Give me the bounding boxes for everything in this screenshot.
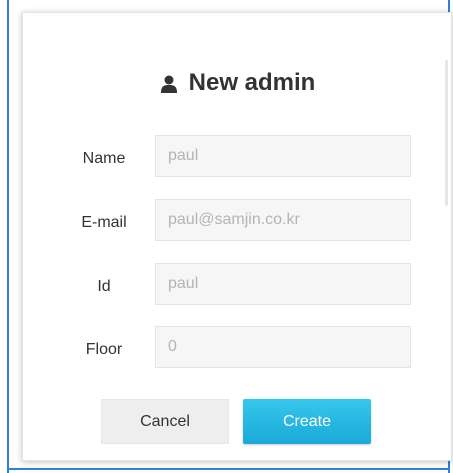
create-button[interactable]: Create	[243, 399, 371, 444]
window-frame-bottom	[7, 468, 450, 470]
user-icon	[160, 75, 177, 93]
email-label: E-mail	[81, 214, 127, 231]
dialog-scrollbar[interactable]	[445, 60, 448, 206]
cancel-button[interactable]: Cancel	[101, 399, 229, 444]
dialog-title: New admin	[23, 68, 453, 98]
id-label: Id	[97, 278, 111, 295]
window-frame-left	[7, 0, 9, 473]
email-input[interactable]	[155, 199, 411, 241]
floor-label: Floor	[85, 341, 123, 358]
id-input[interactable]	[155, 263, 411, 305]
dialog-title-text: New admin	[188, 69, 316, 96]
floor-input[interactable]	[155, 326, 411, 368]
name-label: Name	[82, 150, 126, 167]
new-admin-dialog: New admin Name E-mail Id Floor Cancel Cr…	[22, 12, 452, 461]
name-input[interactable]	[155, 135, 411, 177]
